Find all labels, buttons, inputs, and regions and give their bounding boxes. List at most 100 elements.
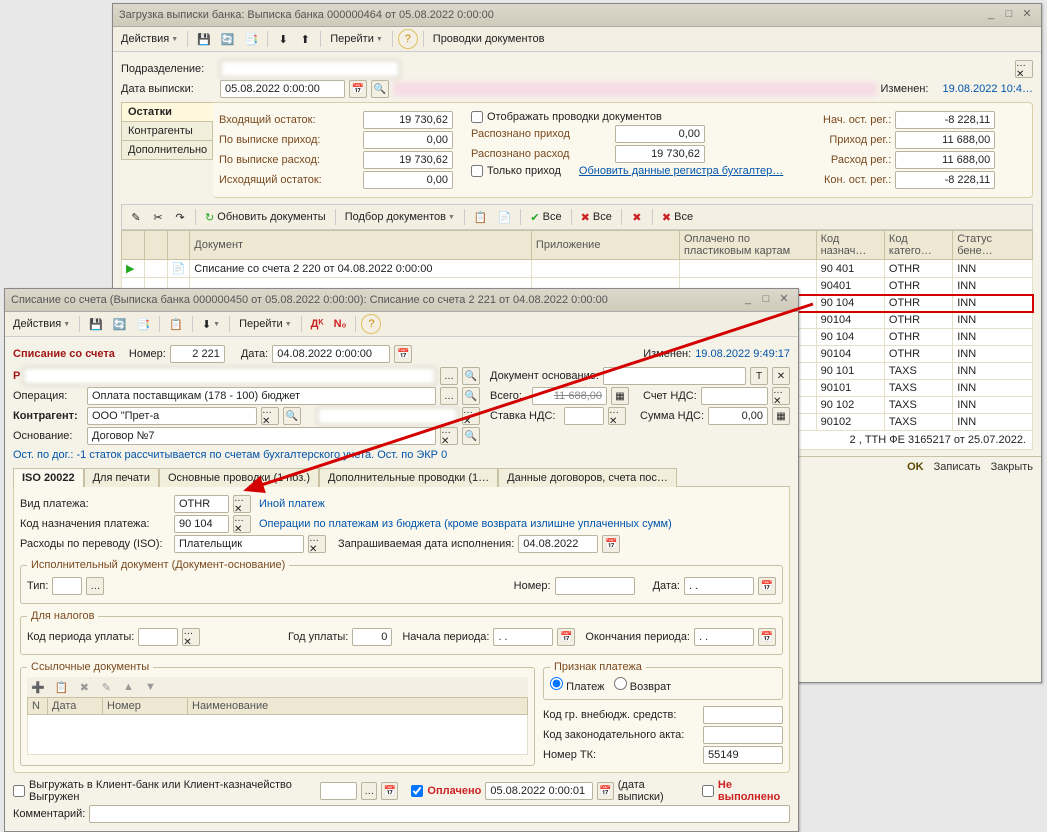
account-search[interactable]: 🔍 bbox=[462, 367, 480, 385]
tk-field[interactable]: 55149 bbox=[703, 746, 783, 764]
contr-extra-pick[interactable]: …✕ bbox=[462, 407, 480, 425]
export-pick[interactable]: … bbox=[361, 782, 378, 800]
col-code2[interactable]: Код катего… bbox=[884, 231, 952, 260]
nav-icon[interactable]: 📑 bbox=[241, 29, 263, 49]
account-field[interactable] bbox=[23, 367, 436, 385]
save-button[interactable]: Записать bbox=[934, 461, 981, 473]
exec-type-pick[interactable]: … bbox=[86, 577, 104, 595]
paytype-field[interactable]: OTHR bbox=[174, 495, 229, 513]
comment-field[interactable] bbox=[89, 805, 790, 823]
update-register-link[interactable]: Обновить данные регистра бухгалтер… bbox=[579, 165, 783, 177]
doc-basis-field[interactable] bbox=[603, 367, 746, 385]
child-export-icon[interactable]: ⬇ bbox=[198, 314, 224, 334]
export-cal[interactable]: 📅 bbox=[381, 782, 398, 800]
ref-col-date[interactable]: Дата bbox=[48, 698, 103, 715]
paid-date-field[interactable]: 05.08.2022 0:00:01 bbox=[485, 782, 593, 800]
save-icon[interactable]: 💾 bbox=[193, 29, 215, 49]
tool-a[interactable]: ✎ bbox=[126, 207, 146, 227]
refdocs-grid[interactable]: N Дата Номер Наименование bbox=[27, 697, 528, 755]
date-field[interactable]: 05.08.2022 0:00:00 bbox=[220, 80, 345, 98]
refresh-icon[interactable]: 🔄 bbox=[217, 29, 239, 49]
ok-button[interactable]: OK bbox=[907, 461, 924, 473]
op-field[interactable]: Оплата поставщикам (178 - 100) бюджет bbox=[87, 387, 436, 405]
start-cal[interactable]: 📅 bbox=[557, 628, 575, 646]
vat-rate-pick[interactable]: …✕ bbox=[608, 407, 626, 425]
basis-search[interactable]: 🔍 bbox=[462, 427, 480, 445]
op-search[interactable]: 🔍 bbox=[462, 387, 480, 405]
export-checkbox[interactable] bbox=[13, 785, 25, 797]
child-maximize-icon[interactable]: □ bbox=[758, 293, 774, 307]
pick-docs[interactable]: Подбор документов bbox=[341, 207, 459, 227]
start-field[interactable]: . . bbox=[493, 628, 553, 646]
col-cards[interactable]: Оплачено по пластиковым картам bbox=[679, 231, 816, 260]
tab-add-entries[interactable]: Дополнительные проводки (1… bbox=[319, 468, 498, 487]
purpose-pick[interactable]: …✕ bbox=[233, 515, 251, 533]
show-entries-checkbox[interactable] bbox=[471, 111, 483, 123]
vat-acc-field[interactable] bbox=[701, 387, 768, 405]
check-all-red-1[interactable]: ✖ Все bbox=[577, 207, 616, 227]
child-nav-icon[interactable]: 📑 bbox=[133, 314, 155, 334]
check-all-green[interactable]: ✔ Все bbox=[526, 207, 565, 227]
paid-cal[interactable]: 📅 bbox=[597, 782, 614, 800]
period-code-field[interactable] bbox=[138, 628, 178, 646]
vat-acc-pick[interactable]: …✕ bbox=[772, 387, 790, 405]
tool-b[interactable]: ✂ bbox=[148, 207, 168, 227]
account-pick[interactable]: … bbox=[440, 367, 458, 385]
notdone-checkbox[interactable] bbox=[702, 785, 714, 797]
grp-field[interactable] bbox=[703, 706, 783, 724]
goto-menu[interactable]: Перейти bbox=[326, 29, 387, 49]
entries-button[interactable]: Проводки документов bbox=[429, 29, 549, 49]
tab-contracts[interactable]: Данные договоров, счета пос… bbox=[498, 468, 677, 487]
actions-menu[interactable]: Действия bbox=[117, 29, 182, 49]
tool-c[interactable]: ↷ bbox=[170, 207, 190, 227]
n0-icon[interactable]: N₀ bbox=[330, 314, 351, 334]
export-field[interactable] bbox=[320, 782, 357, 800]
refresh-docs[interactable]: ↻ Обновить документы bbox=[201, 207, 330, 227]
child-date-field[interactable]: 04.08.2022 0:00:00 bbox=[272, 345, 390, 363]
paste-icon[interactable]: 📄 bbox=[494, 207, 516, 227]
op-pick[interactable]: … bbox=[440, 387, 458, 405]
child-goto[interactable]: Перейти bbox=[235, 314, 296, 334]
import-icon[interactable]: ⬇ bbox=[273, 29, 293, 49]
col-document[interactable]: Документ bbox=[190, 231, 532, 260]
minimize-icon[interactable]: _ bbox=[983, 8, 999, 22]
exec-date-cal[interactable]: 📅 bbox=[758, 577, 776, 595]
subdivision-field[interactable] bbox=[220, 60, 400, 78]
vat-sum-calc[interactable]: ▦ bbox=[772, 407, 790, 425]
col-status[interactable]: Статус бене… bbox=[953, 231, 1033, 260]
close-icon[interactable]: ✕ bbox=[1019, 8, 1035, 22]
total-calc[interactable]: ▦ bbox=[611, 387, 629, 405]
export-icon[interactable]: ⬆ bbox=[295, 29, 315, 49]
copy-icon[interactable]: 📋 bbox=[470, 207, 492, 227]
vat-sum-field[interactable]: 0,00 bbox=[708, 407, 768, 425]
transfer-field[interactable]: Плательщик bbox=[174, 535, 304, 553]
ref-col-name[interactable]: Наименование bbox=[188, 698, 528, 715]
paid-checkbox[interactable] bbox=[411, 785, 423, 797]
radio-refund[interactable]: Возврат bbox=[614, 681, 671, 693]
purpose-field[interactable]: 90 104 bbox=[174, 515, 229, 533]
contr-search[interactable]: 🔍 bbox=[283, 407, 301, 425]
radio-payment[interactable]: Платеж bbox=[550, 681, 605, 693]
paytype-pick[interactable]: …✕ bbox=[233, 495, 251, 513]
child-copy-icon[interactable]: 📋 bbox=[165, 314, 187, 334]
close-button[interactable]: Закрыть bbox=[991, 461, 1033, 473]
maximize-icon[interactable]: □ bbox=[1001, 8, 1017, 22]
doc-basis-clear[interactable]: ✕ bbox=[772, 367, 790, 385]
ref-col-n[interactable]: N bbox=[28, 698, 48, 715]
exec-type-field[interactable] bbox=[52, 577, 82, 595]
col-attachment[interactable]: Приложение bbox=[531, 231, 679, 260]
vtab-balances[interactable]: Остатки bbox=[121, 102, 213, 122]
doc-basis-t[interactable]: T bbox=[750, 367, 768, 385]
income-only-checkbox[interactable] bbox=[471, 165, 483, 177]
ref-up-icon[interactable]: ▲ bbox=[118, 677, 138, 697]
child-refresh-icon[interactable]: 🔄 bbox=[109, 314, 131, 334]
vtab-extra[interactable]: Дополнительно bbox=[121, 140, 213, 160]
tab-main-entries[interactable]: Основные проводки (1 поз.) bbox=[159, 468, 319, 487]
tab-iso[interactable]: ISO 20022 bbox=[13, 468, 84, 487]
search-icon[interactable]: 🔍 bbox=[371, 80, 389, 98]
x-red[interactable]: ✖ bbox=[627, 207, 647, 227]
end-cal[interactable]: 📅 bbox=[758, 628, 776, 646]
vat-rate-field[interactable] bbox=[564, 407, 604, 425]
basis-pick[interactable]: …✕ bbox=[440, 427, 458, 445]
child-minimize-icon[interactable]: _ bbox=[740, 293, 756, 307]
